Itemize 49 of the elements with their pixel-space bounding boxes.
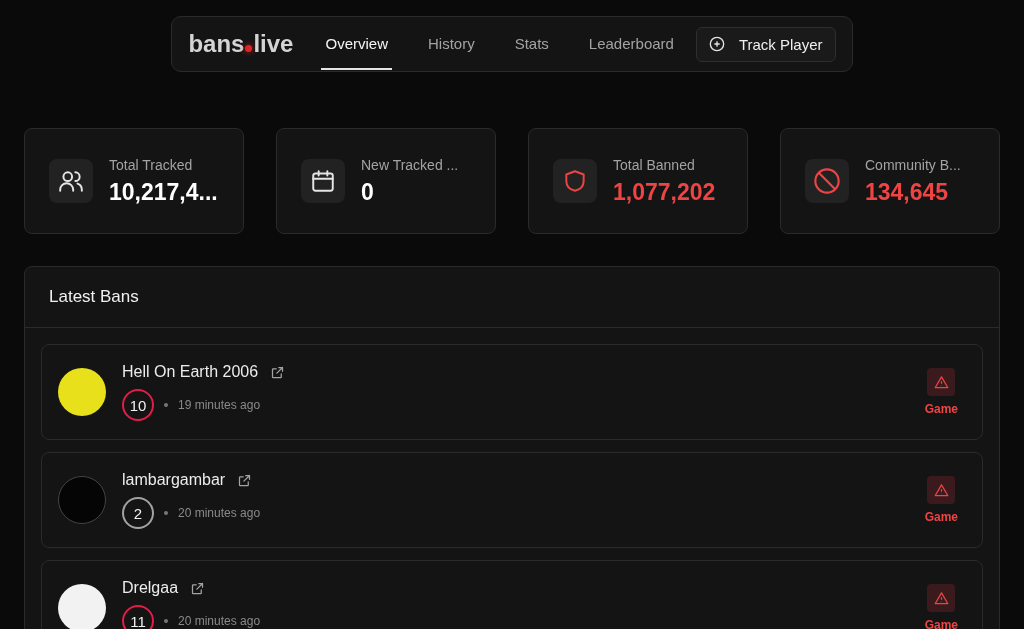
nav-tab[interactable]: Overview bbox=[321, 18, 392, 70]
calendar-icon bbox=[310, 168, 336, 194]
nav-tab[interactable]: Leaderboard bbox=[584, 18, 678, 70]
ban-row[interactable]: Hell On Earth 2006 10 19 minutes ago Game bbox=[41, 344, 983, 440]
track-player-button[interactable]: Track Player bbox=[695, 26, 836, 62]
logo-text[interactable]: live bbox=[253, 30, 294, 58]
bullet-dot-icon bbox=[164, 511, 168, 515]
ban-count-badge: 11 bbox=[122, 605, 154, 629]
ban-type-label: Game bbox=[924, 510, 958, 524]
external-link-icon[interactable] bbox=[190, 580, 206, 596]
shield-icon bbox=[562, 168, 588, 194]
logo-dot-icon bbox=[245, 45, 253, 52]
player-name[interactable]: Hell On Earth 2006 bbox=[122, 363, 259, 381]
avatar-placeholder bbox=[58, 368, 106, 416]
stat-value: 0 bbox=[361, 178, 375, 206]
ban-count-badge: 2 bbox=[122, 497, 154, 529]
stat-value: 1,077,202 bbox=[613, 178, 716, 206]
stat-value: 10,217,4... bbox=[109, 178, 218, 206]
player-name[interactable]: Drelgaa bbox=[122, 579, 179, 597]
stat-label: New Tracked ... bbox=[361, 156, 459, 173]
warning-icon bbox=[933, 590, 949, 606]
stat-label: Total Tracked bbox=[109, 156, 194, 173]
external-link-icon[interactable] bbox=[270, 364, 286, 380]
stat-label: Community B... bbox=[865, 156, 961, 173]
nav-tab[interactable]: Stats bbox=[510, 18, 553, 70]
ban-row[interactable]: lambargambar 2 20 minutes ago Game bbox=[41, 452, 983, 548]
bullet-dot-icon bbox=[164, 619, 168, 623]
plus-circle-icon bbox=[708, 36, 725, 52]
ban-count-badge: 10 bbox=[122, 389, 154, 421]
external-link-icon[interactable] bbox=[237, 472, 253, 488]
nav-tab[interactable]: History bbox=[424, 18, 479, 70]
ban-type-label: Game bbox=[924, 618, 958, 629]
ban-time: 20 minutes ago bbox=[178, 614, 261, 628]
ban-time: 19 minutes ago bbox=[178, 398, 261, 412]
ban-type-label: Game bbox=[924, 402, 958, 416]
logo-text[interactable]: bans bbox=[188, 30, 245, 58]
stat-value: 134,645 bbox=[865, 178, 950, 206]
stat-label: Total Banned bbox=[613, 156, 696, 173]
bullet-dot-icon bbox=[164, 403, 168, 407]
player-name[interactable]: lambargambar bbox=[122, 471, 226, 489]
ban-row[interactable]: Drelgaa 11 20 minutes ago Game bbox=[41, 560, 983, 629]
warning-icon bbox=[933, 374, 949, 390]
warning-icon bbox=[933, 482, 949, 498]
ban-icon bbox=[813, 167, 841, 195]
avatar-placeholder bbox=[58, 476, 106, 524]
avatar-placeholder bbox=[58, 584, 106, 629]
ban-time: 20 minutes ago bbox=[178, 506, 261, 520]
users-icon bbox=[58, 168, 84, 194]
panel-title: Latest Bans bbox=[49, 287, 139, 306]
